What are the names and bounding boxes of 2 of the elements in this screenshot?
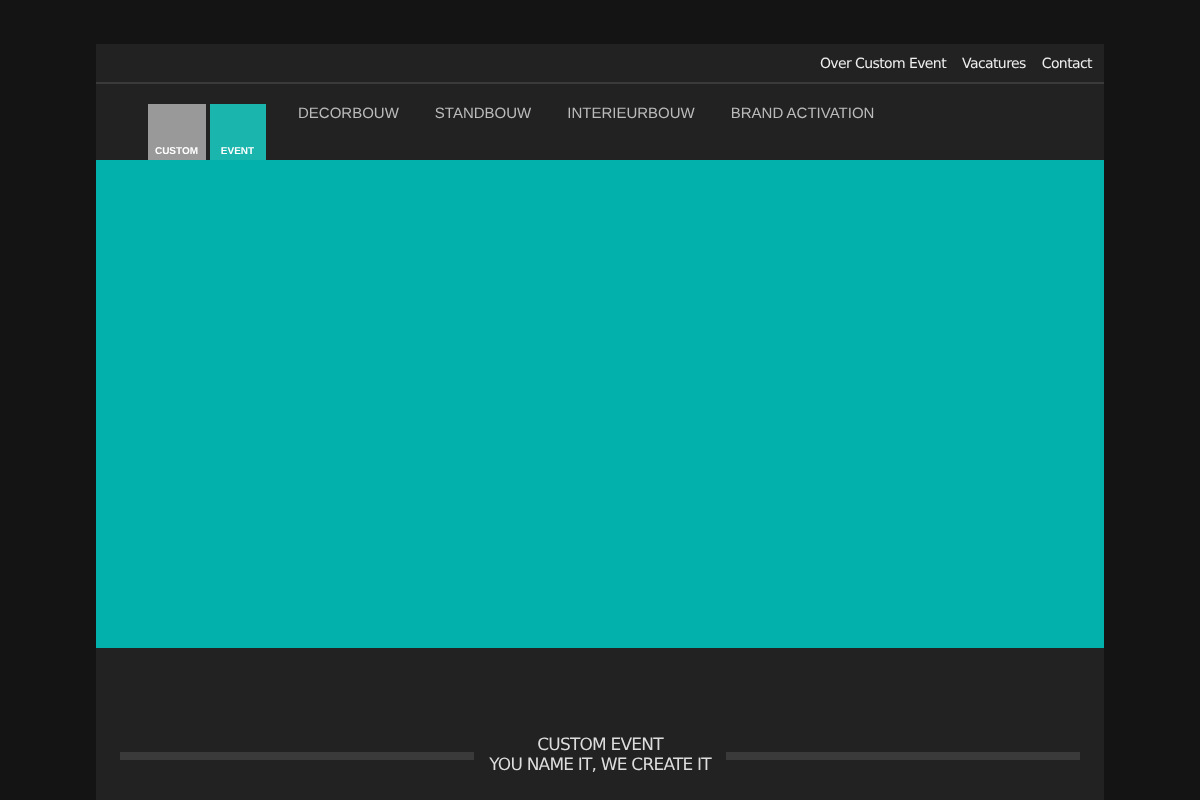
tagline-title: CUSTOM EVENT bbox=[535, 736, 666, 756]
tagline-subtitle: YOU NAME IT, WE CREATE IT bbox=[489, 756, 711, 776]
